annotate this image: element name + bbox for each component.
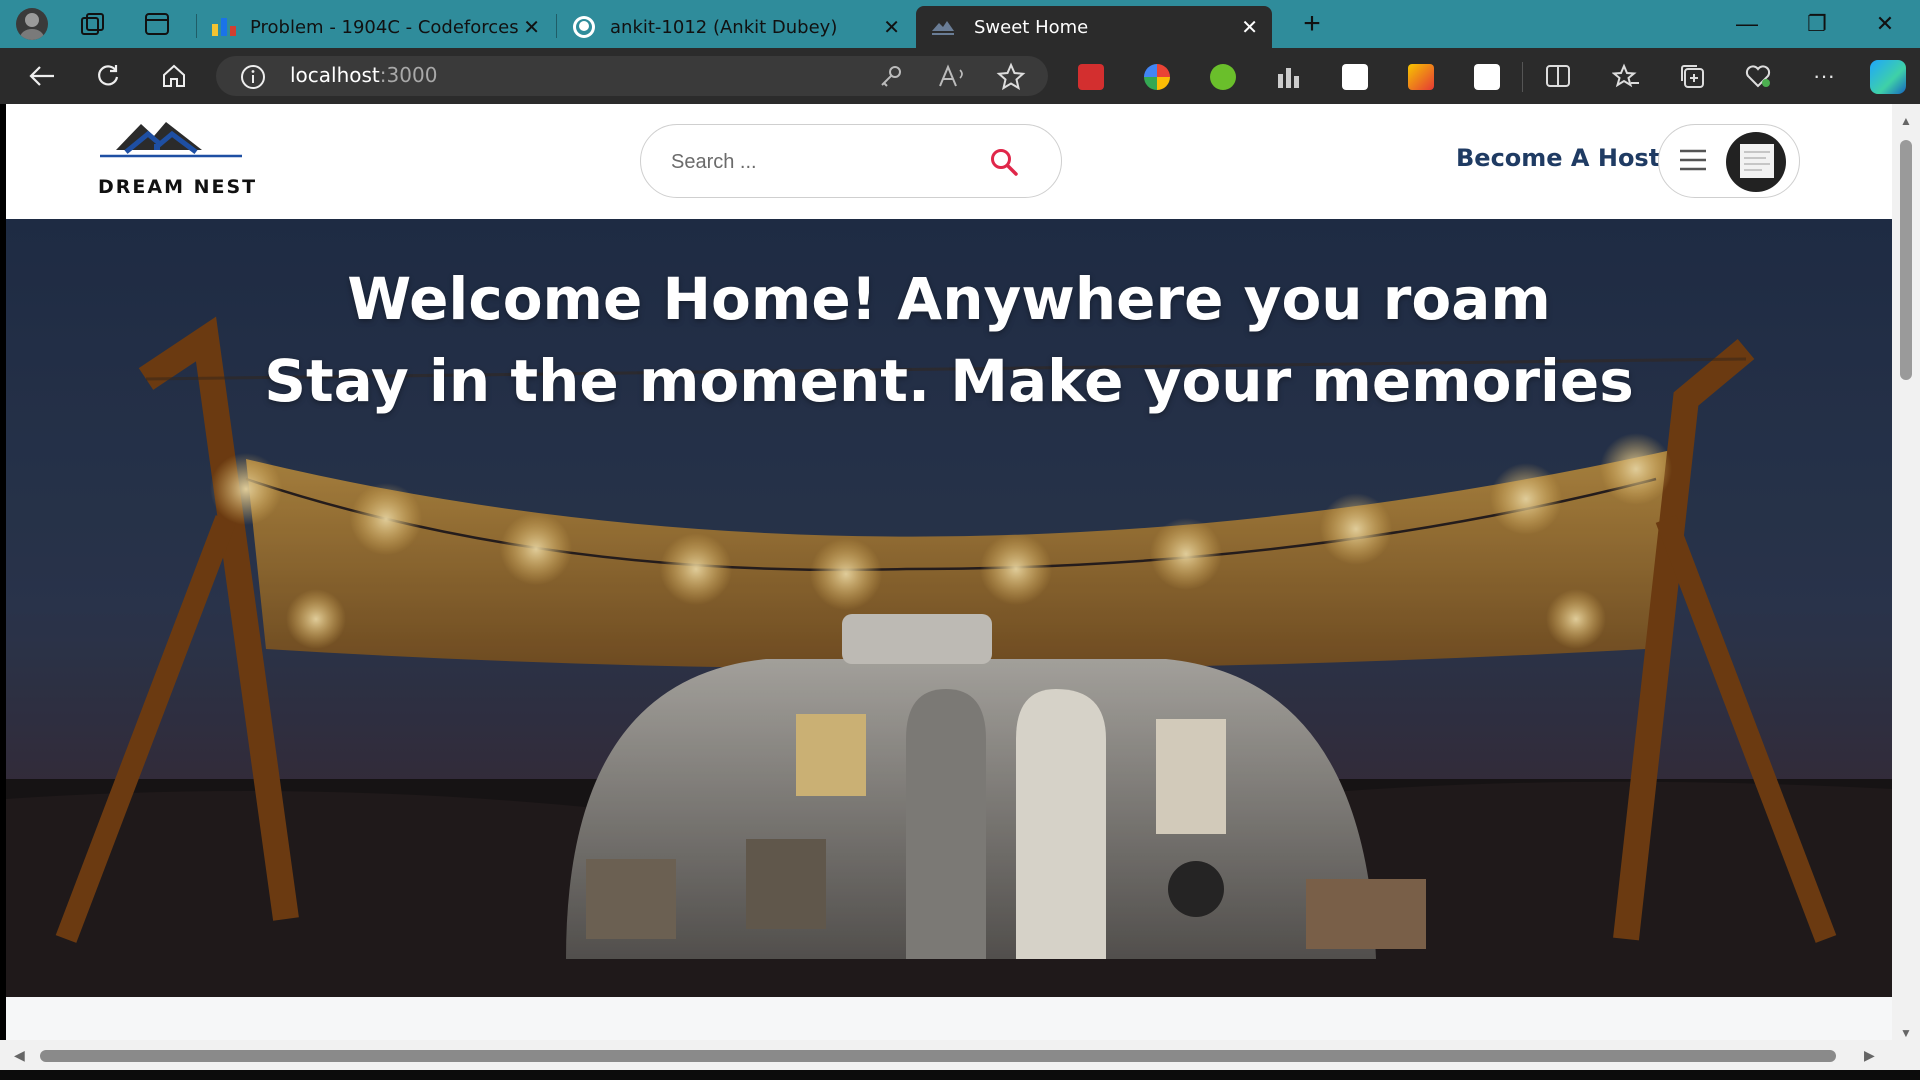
extension-lx-icon[interactable] [1474, 64, 1500, 90]
search-box [640, 124, 1062, 198]
web-page: DREAM NEST Become A Host [6, 104, 1892, 1070]
address-url[interactable]: localhost:3000 [290, 63, 437, 87]
home-icon[interactable] [156, 58, 192, 94]
scroll-down-arrow-icon[interactable]: ▼ [1900, 1026, 1912, 1040]
workspaces-icon[interactable] [78, 10, 108, 38]
close-tab-icon[interactable]: ✕ [883, 15, 900, 39]
tab-title: Sweet Home [974, 16, 1089, 38]
close-tab-icon[interactable]: ✕ [523, 15, 540, 39]
hero-banner: Welcome Home! Anywhere you roam Stay in … [6, 219, 1892, 997]
copilot-icon[interactable] [1870, 60, 1906, 94]
vertical-scrollbar[interactable]: ▲ ▼ [1892, 104, 1920, 1070]
password-key-icon[interactable] [878, 64, 904, 90]
minimize-button[interactable]: — [1724, 8, 1770, 40]
toolbar-divider [1522, 62, 1523, 92]
tab-title: Problem - 1904C - Codeforces [250, 16, 519, 38]
close-window-button[interactable]: ✕ [1862, 8, 1908, 40]
github-favicon-icon [572, 15, 596, 39]
close-tab-icon[interactable]: ✕ [1241, 15, 1258, 39]
settings-more-icon[interactable]: ··· [1806, 58, 1842, 94]
extension-add-icon[interactable] [1210, 64, 1236, 90]
split-screen-icon[interactable] [1540, 58, 1576, 94]
tab-codeforces[interactable]: Problem - 1904C - Codeforces ✕ [204, 6, 554, 48]
become-host-link[interactable]: Become A Host [1456, 144, 1660, 172]
tab-separator [556, 14, 557, 38]
extension-pencil-icon[interactable] [1408, 64, 1434, 90]
tab-sweet-home[interactable]: Sweet Home ✕ [916, 6, 1272, 48]
new-tab-button[interactable]: + [1292, 6, 1332, 42]
back-arrow-icon[interactable] [24, 58, 60, 94]
horizontal-scroll-thumb[interactable] [40, 1050, 1836, 1062]
extension-palette-icon[interactable] [1342, 64, 1368, 90]
extension-pdf-icon[interactable] [1078, 64, 1104, 90]
browser-essentials-icon[interactable] [1740, 58, 1776, 94]
search-input[interactable] [669, 145, 973, 179]
url-host: localhost [290, 63, 380, 87]
horizontal-scrollbar[interactable]: ◀ ▶ [0, 1040, 1892, 1070]
scroll-right-arrow-icon[interactable]: ▶ [1864, 1047, 1875, 1064]
dream-nest-logo-icon[interactable] [96, 116, 246, 172]
vertical-scroll-thumb[interactable] [1900, 140, 1912, 380]
hamburger-menu-icon[interactable] [1678, 148, 1708, 172]
tab-title: ankit-1012 (Ankit Dubey) [610, 16, 838, 38]
scroll-up-arrow-icon[interactable]: ▲ [1900, 114, 1912, 128]
tab-actions-icon[interactable] [142, 10, 172, 38]
tab-separator [196, 14, 197, 38]
site-navbar: DREAM NEST Become A Host [6, 104, 1892, 219]
site-info-icon[interactable] [240, 64, 266, 90]
logo-text: DREAM NEST [98, 176, 258, 198]
profile-avatar[interactable] [16, 8, 48, 40]
hero-heading-line-2: Stay in the moment. Make your memories [264, 347, 1634, 415]
url-port: :3000 [379, 63, 438, 87]
restore-button[interactable]: ❐ [1794, 8, 1840, 40]
hero-background-image [6, 219, 1892, 997]
read-aloud-icon[interactable] [938, 64, 968, 90]
search-icon[interactable] [989, 147, 1019, 177]
extension-color-icon[interactable] [1144, 64, 1170, 90]
scroll-left-arrow-icon[interactable]: ◀ [14, 1047, 25, 1064]
user-avatar[interactable] [1726, 132, 1786, 192]
favorites-icon[interactable] [1608, 58, 1644, 94]
collections-icon[interactable] [1674, 58, 1710, 94]
hero-heading-line-1: Welcome Home! Anywhere you roam [347, 265, 1551, 333]
refresh-icon[interactable] [90, 58, 126, 94]
codeforces-favicon-icon [212, 18, 236, 36]
dream-nest-favicon-icon [930, 17, 956, 37]
favorite-star-icon[interactable] [996, 62, 1026, 92]
extension-stats-icon[interactable] [1276, 66, 1302, 88]
tab-github[interactable]: ankit-1012 (Ankit Dubey) ✕ [564, 6, 914, 48]
window-bottom-edge [0, 1070, 1920, 1080]
